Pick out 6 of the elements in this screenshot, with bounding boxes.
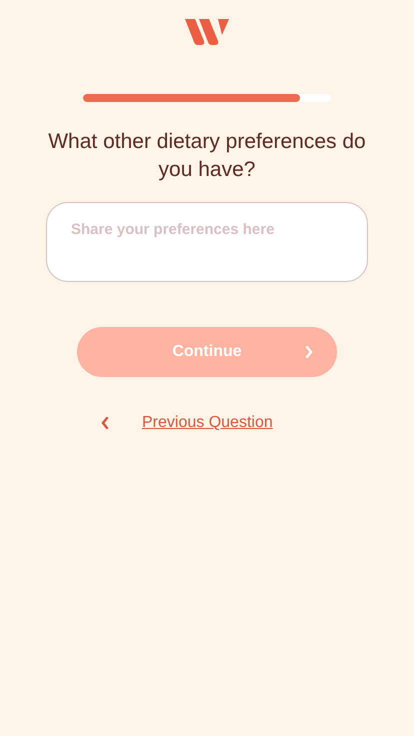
answer-field[interactable]: Share your preferences here — [46, 202, 368, 282]
question-title: What other dietary preferences do you have? — [47, 129, 367, 183]
logo-icon — [184, 17, 230, 46]
chevron-right-icon — [305, 346, 313, 358]
previous-question-link[interactable]: Previous Question — [142, 411, 273, 435]
chevron-left-icon[interactable] — [101, 417, 109, 429]
